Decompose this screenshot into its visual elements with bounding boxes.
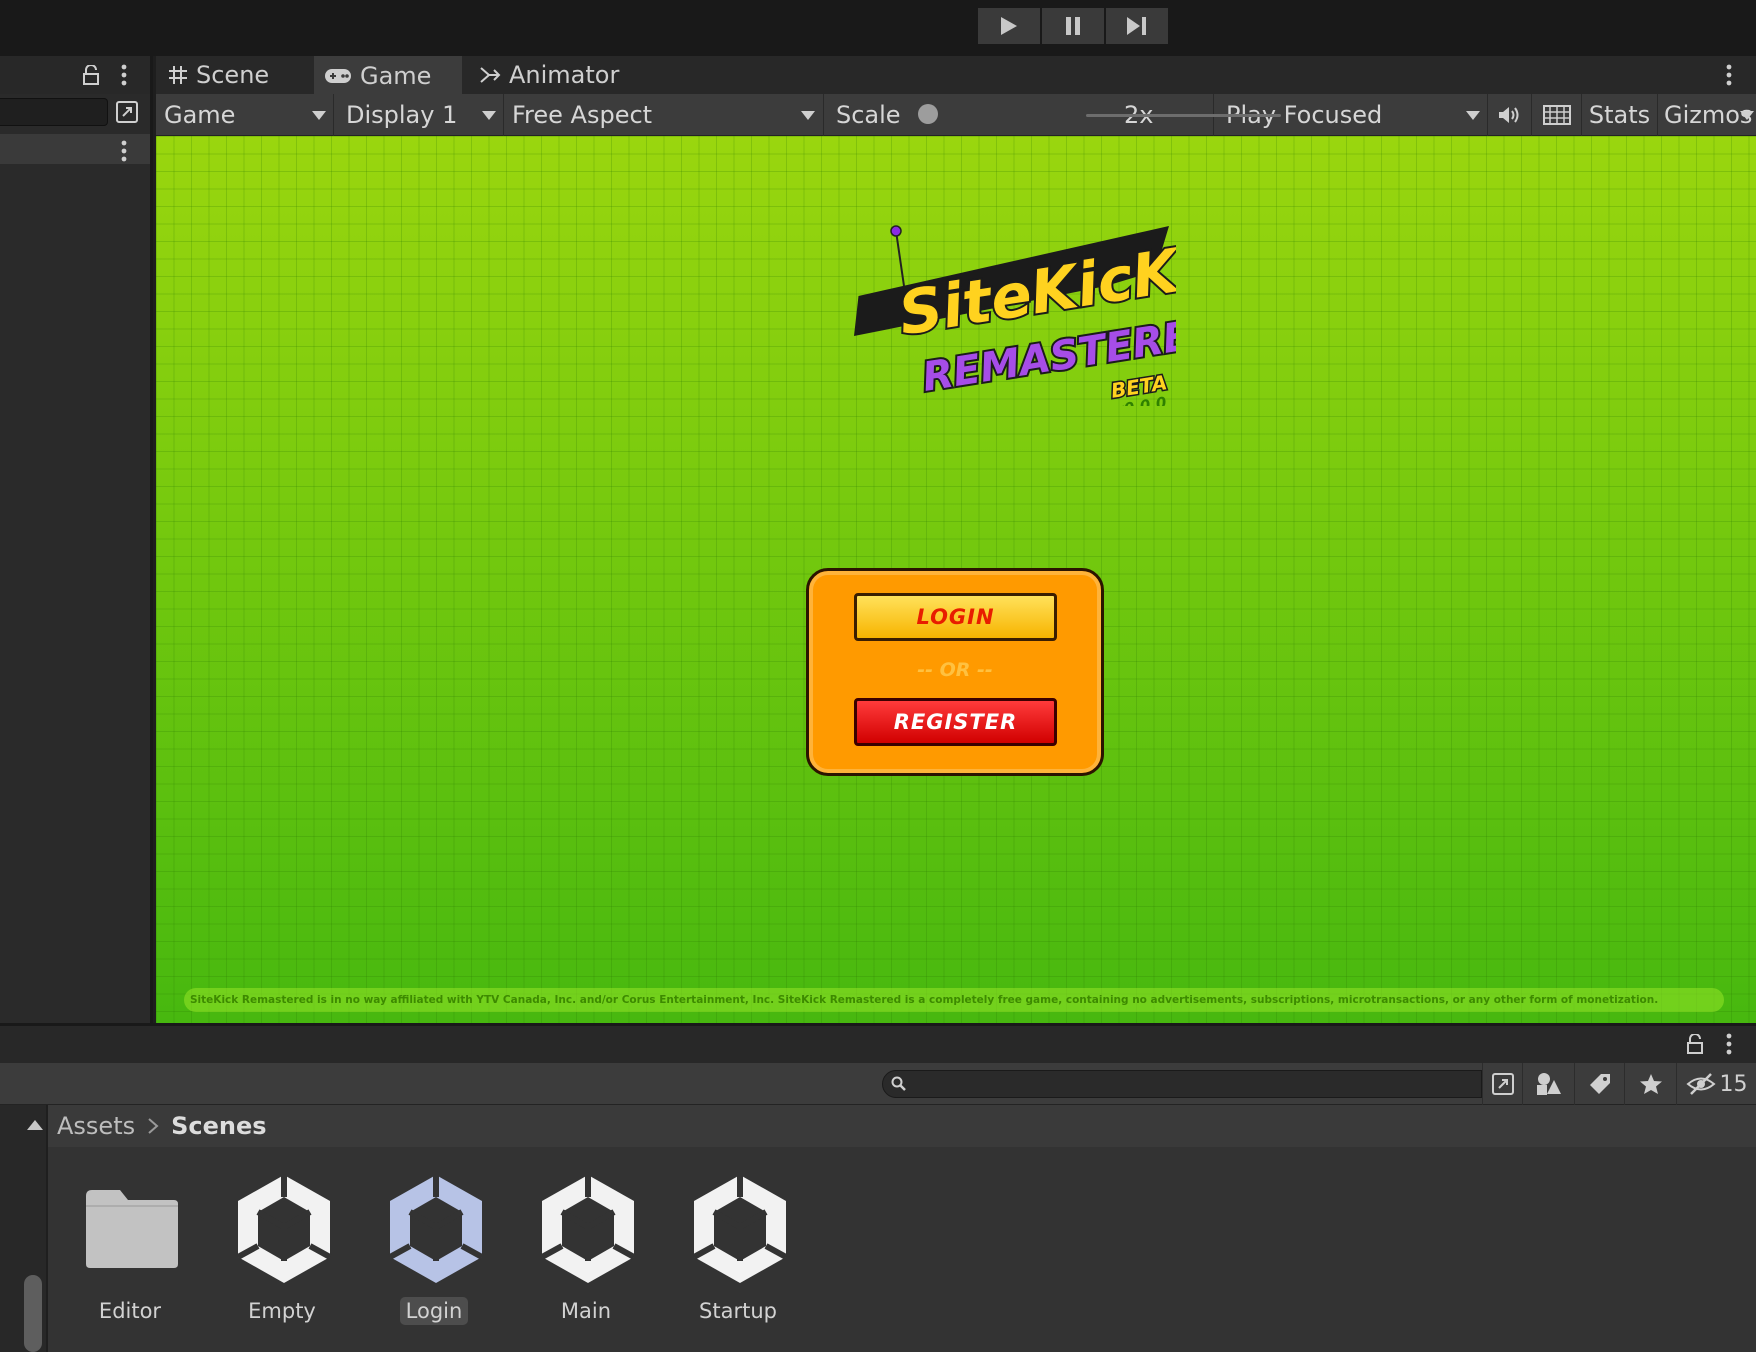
chevron-down-icon bbox=[1466, 111, 1480, 120]
unity-scene-icon bbox=[386, 1171, 486, 1287]
hierarchy-search-button[interactable] bbox=[113, 99, 141, 125]
chevron-down-icon bbox=[801, 111, 815, 120]
pause-icon bbox=[1066, 17, 1080, 35]
kebab-menu-icon[interactable] bbox=[121, 140, 127, 162]
game-view-toolbar: Game Display 1 Free Aspect Scale 2x Play… bbox=[156, 94, 1756, 136]
stats-label: Stats bbox=[1588, 101, 1651, 129]
chevron-down-icon bbox=[1740, 111, 1754, 120]
kebab-menu-icon[interactable] bbox=[1726, 1033, 1732, 1055]
hidden-packages-button[interactable]: 15 bbox=[1676, 1063, 1756, 1105]
view-tabs: Scene Game Animator bbox=[156, 56, 1756, 94]
tag-icon bbox=[1589, 1074, 1610, 1094]
shapes-filter-icon bbox=[1536, 1073, 1561, 1095]
search-window-icon bbox=[1491, 1073, 1514, 1095]
step-icon bbox=[1127, 17, 1146, 35]
game-logo: SiteKicK REMASTERED BETA v0.0.0 bbox=[854, 225, 1176, 406]
aspect-label: Free Aspect bbox=[512, 101, 653, 129]
asset-label: Login bbox=[399, 1297, 469, 1325]
hierarchy-panel bbox=[0, 56, 153, 1023]
breadcrumb-scenes[interactable]: Scenes bbox=[171, 1112, 266, 1140]
kebab-menu-icon[interactable] bbox=[1726, 64, 1732, 86]
star-icon bbox=[1639, 1074, 1662, 1094]
filter-by-type-button[interactable] bbox=[1522, 1063, 1574, 1105]
tab-scene[interactable]: Scene bbox=[168, 56, 316, 94]
asset-label: Empty bbox=[248, 1299, 316, 1323]
play-icon bbox=[1001, 17, 1017, 35]
hierarchy-selected-row[interactable] bbox=[0, 134, 150, 164]
tab-label: Game bbox=[360, 62, 432, 90]
chevron-down-icon bbox=[312, 111, 326, 120]
disclaimer-text: SiteKick Remastered is in no way affilia… bbox=[184, 988, 1724, 1012]
chevron-right-icon bbox=[147, 1117, 159, 1135]
play-mode-bar bbox=[0, 0, 1756, 56]
search-window-icon bbox=[116, 101, 138, 123]
unity-scene-icon bbox=[690, 1171, 790, 1287]
asset-item-startup[interactable]: Startup bbox=[668, 1171, 808, 1341]
display-label: Display 1 bbox=[346, 101, 458, 129]
chevron-down-icon bbox=[482, 111, 496, 120]
tab-animator[interactable]: Animator bbox=[479, 56, 639, 94]
asset-grid: Editor Empty Login Main Startup bbox=[48, 1147, 1756, 1352]
tab-label: Scene bbox=[196, 61, 270, 89]
animator-icon bbox=[479, 65, 501, 85]
gamepad-icon bbox=[324, 68, 352, 84]
scale-slider-handle[interactable] bbox=[918, 104, 938, 124]
project-toolbar: 15 bbox=[0, 1063, 1756, 1105]
step-button[interactable] bbox=[1106, 8, 1168, 44]
register-button[interactable]: REGISTER bbox=[854, 698, 1057, 746]
tab-game[interactable]: Game bbox=[314, 56, 462, 94]
folder-tree-scrollbar[interactable] bbox=[24, 1275, 42, 1352]
hierarchy-header bbox=[0, 56, 150, 94]
view-mode-label: Game bbox=[164, 101, 236, 129]
hierarchy-search-input[interactable] bbox=[0, 98, 108, 126]
or-divider: -- OR -- bbox=[917, 659, 993, 681]
unity-scene-icon bbox=[538, 1171, 638, 1287]
lock-icon[interactable] bbox=[1686, 1034, 1704, 1054]
kebab-menu-icon[interactable] bbox=[121, 64, 127, 86]
display-dropdown[interactable]: Display 1 bbox=[334, 94, 504, 136]
stats-button[interactable]: Stats bbox=[1582, 94, 1658, 136]
asset-label: Editor bbox=[98, 1299, 162, 1323]
game-view: SiteKicK REMASTERED BETA v0.0.0 LOGIN --… bbox=[156, 136, 1756, 1023]
eye-slash-icon bbox=[1685, 1073, 1716, 1095]
asset-label: Main bbox=[560, 1299, 612, 1323]
hidden-count: 15 bbox=[1719, 1071, 1748, 1097]
grid-hash-icon bbox=[168, 65, 188, 85]
tab-label: Animator bbox=[509, 61, 620, 89]
login-button[interactable]: LOGIN bbox=[854, 593, 1057, 641]
project-panel-header bbox=[0, 1023, 1756, 1063]
mute-audio-button[interactable] bbox=[1488, 94, 1532, 136]
asset-item-empty[interactable]: Empty bbox=[212, 1171, 352, 1341]
filter-by-label-button[interactable] bbox=[1574, 1063, 1624, 1105]
shortcuts-button[interactable] bbox=[1532, 94, 1582, 136]
breadcrumb-assets[interactable]: Assets bbox=[57, 1112, 135, 1140]
scale-slider-track[interactable] bbox=[1086, 114, 1281, 117]
login-card: LOGIN -- OR -- REGISTER bbox=[806, 568, 1104, 776]
favorites-button[interactable] bbox=[1624, 1063, 1676, 1105]
unity-scene-icon bbox=[234, 1171, 334, 1287]
folder-icon bbox=[82, 1171, 182, 1287]
asset-item-editor[interactable]: Editor bbox=[60, 1171, 200, 1341]
keyboard-icon bbox=[1542, 105, 1571, 125]
play-button[interactable] bbox=[978, 8, 1040, 44]
search-icon bbox=[891, 1076, 906, 1091]
asset-label: Startup bbox=[699, 1299, 777, 1323]
aspect-dropdown[interactable]: Free Aspect bbox=[504, 94, 824, 136]
pause-button[interactable] bbox=[1042, 8, 1104, 44]
scroll-up-arrow-icon[interactable] bbox=[27, 1120, 43, 1130]
lock-icon[interactable] bbox=[82, 65, 100, 85]
asset-item-main[interactable]: Main bbox=[516, 1171, 656, 1341]
search-window-button[interactable] bbox=[1482, 1063, 1522, 1105]
breadcrumb: Assets Scenes bbox=[48, 1105, 1756, 1147]
speaker-icon bbox=[1498, 107, 1518, 123]
project-search-input[interactable] bbox=[882, 1070, 1482, 1098]
scale-label: Scale bbox=[836, 101, 901, 129]
project-folder-tree bbox=[0, 1105, 48, 1352]
asset-item-login[interactable]: Login bbox=[364, 1171, 504, 1341]
gizmos-dropdown[interactable]: Gizmos bbox=[1658, 94, 1756, 136]
play-controls bbox=[978, 8, 1168, 44]
view-mode-dropdown[interactable]: Game bbox=[156, 94, 334, 136]
